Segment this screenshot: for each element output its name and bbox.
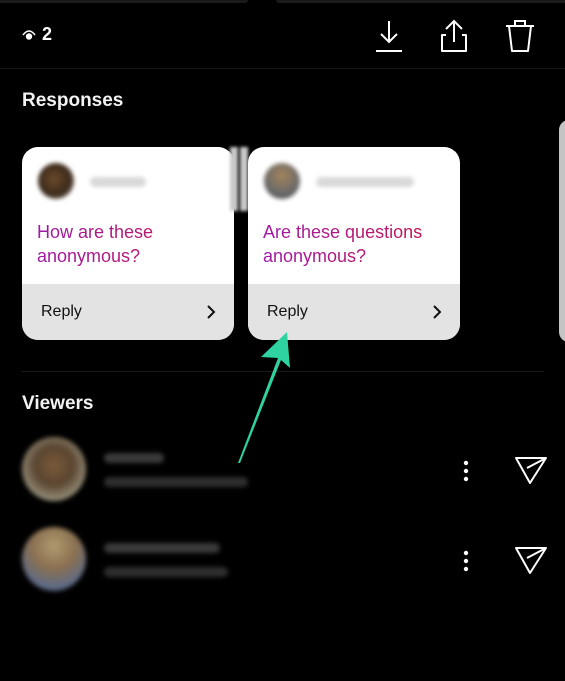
card-edge-blur: [240, 147, 248, 211]
header-divider: [0, 68, 565, 69]
response-question: How are these anonymous?: [37, 220, 222, 268]
response-question: Are these questions anonymous?: [263, 220, 448, 268]
viewer-username-blurred: [104, 543, 220, 553]
share-icon[interactable]: [437, 18, 471, 54]
viewer-username-blurred: [104, 453, 164, 463]
username-blurred: [316, 177, 414, 187]
avatar: [264, 163, 300, 199]
more-vertical-icon[interactable]: [459, 459, 473, 485]
response-card[interactable]: How are these anonymous? Reply: [22, 147, 234, 340]
avatar[interactable]: [22, 527, 86, 591]
viewer-row[interactable]: [0, 433, 565, 503]
eye-icon: [22, 29, 36, 40]
chevron-right-icon: [433, 305, 442, 319]
reply-label: Reply: [41, 303, 82, 320]
chevron-right-icon: [207, 305, 216, 319]
section-divider: [22, 371, 544, 372]
next-response-card-peek[interactable]: [559, 120, 565, 342]
more-vertical-icon[interactable]: [459, 549, 473, 575]
trash-icon[interactable]: [503, 18, 537, 54]
reply-button[interactable]: Reply: [22, 284, 234, 340]
avatar[interactable]: [22, 437, 86, 501]
send-icon[interactable]: [514, 545, 548, 575]
response-card-user: [248, 147, 460, 219]
viewer-fullname-blurred: [104, 567, 228, 577]
download-icon[interactable]: [372, 18, 406, 54]
send-icon[interactable]: [514, 455, 548, 485]
seen-count: 2: [42, 24, 53, 44]
reply-button[interactable]: Reply: [248, 284, 460, 340]
card-edge-blur: [230, 147, 238, 211]
seen-by-count[interactable]: 2: [22, 24, 52, 45]
viewer-row[interactable]: [0, 523, 565, 593]
response-card[interactable]: Are these questions anonymous? Reply: [248, 147, 460, 340]
username-blurred: [90, 177, 146, 187]
viewer-fullname-blurred: [104, 477, 248, 487]
avatar: [38, 163, 74, 199]
response-card-user: [22, 147, 234, 219]
viewers-title: Viewers: [22, 393, 94, 414]
reply-label: Reply: [267, 303, 308, 320]
story-viewer-header: 2: [0, 0, 565, 68]
responses-title: Responses: [22, 90, 124, 111]
